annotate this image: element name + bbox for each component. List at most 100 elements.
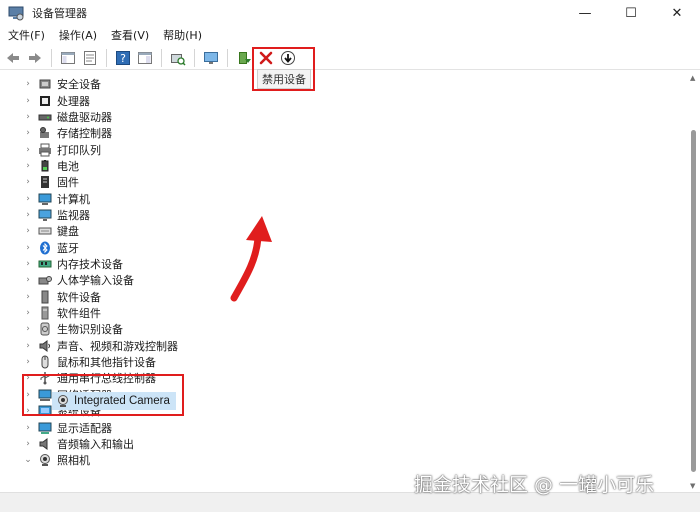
chevron-right-icon[interactable]: › [22, 79, 34, 89]
tree-item-category[interactable]: ⌄ 照相机 [0, 452, 90, 468]
properties-icon [84, 50, 96, 65]
chevron-right-icon[interactable]: › [22, 96, 34, 106]
chevron-right-icon[interactable]: › [22, 357, 34, 367]
tree-item-label: 蓝牙 [57, 241, 79, 255]
tree-item-category[interactable]: › 磁盘驱动器 [0, 109, 112, 125]
tree-item-category[interactable]: › 电池 [0, 158, 79, 174]
tree-item-category[interactable]: › 固件 [0, 174, 79, 190]
back-arrow-icon [7, 52, 19, 63]
tree-item-category[interactable]: › 生物识别设备 [0, 321, 123, 337]
chevron-right-icon[interactable]: › [22, 439, 34, 449]
tree-item-category[interactable]: › 监视器 [0, 207, 90, 223]
menu-view[interactable]: 查看(V) [107, 26, 153, 46]
monitor-view-icon [204, 51, 218, 64]
tree-item-label: 电池 [57, 159, 79, 173]
chevron-right-icon[interactable]: › [22, 177, 34, 187]
chevron-right-icon[interactable]: › [22, 292, 34, 302]
tree-item-category[interactable]: › 显示适配器 [0, 419, 112, 435]
chevron-right-icon[interactable]: › [22, 112, 34, 122]
tree-item-label: 内存技术设备 [57, 258, 123, 272]
watermark: 掘金技术社区 @ 一罐小可乐 [414, 474, 655, 496]
battery-icon [38, 159, 52, 173]
tree-item-category[interactable]: › 存储控制器 [0, 125, 112, 141]
menu-action[interactable]: 操作(A) [55, 26, 101, 46]
tree-item-label: 存储控制器 [57, 127, 112, 141]
minimize-button[interactable]: — [562, 0, 608, 26]
toolbar-separator [106, 48, 107, 67]
update-driver-button[interactable] [234, 48, 254, 68]
toolbar-separator [161, 48, 162, 67]
sound-icon [38, 339, 52, 353]
tree-item-label: 处理器 [57, 94, 90, 108]
console-tree-icon [61, 51, 75, 64]
view-devices-button[interactable] [201, 48, 221, 68]
chevron-right-icon[interactable]: › [22, 259, 34, 269]
show-hide-console-tree-button[interactable] [58, 48, 78, 68]
menu-help[interactable]: 帮助(H) [159, 26, 206, 46]
tree-item-label: 磁盘驱动器 [57, 110, 112, 124]
camera-icon [38, 453, 52, 467]
tree-item-category[interactable]: › 安全设备 [0, 76, 101, 92]
scan-hardware-button[interactable] [168, 48, 188, 68]
help-button[interactable]: ? [113, 48, 133, 68]
chevron-right-icon[interactable]: › [22, 210, 34, 220]
tree-item-category[interactable]: › 鼠标和其他指针设备 [0, 354, 156, 370]
forward-button[interactable] [25, 48, 45, 68]
maximize-button[interactable]: ☐ [608, 0, 654, 26]
monitor-icon [38, 208, 52, 222]
back-button[interactable] [3, 48, 23, 68]
bluetooth-icon [38, 241, 52, 255]
chevron-right-icon[interactable]: › [22, 128, 34, 138]
tree-item-category[interactable]: › 打印队列 [0, 141, 101, 157]
chevron-down-icon[interactable]: ⌄ [22, 455, 34, 465]
toolbar-separator [227, 48, 228, 67]
chevron-right-icon[interactable]: › [22, 145, 34, 155]
tree-item-category[interactable]: › 人体学输入设备 [0, 272, 134, 288]
memory-device-icon [38, 257, 52, 271]
tree-item-category[interactable]: › 软件设备 [0, 289, 101, 305]
close-button[interactable]: ✕ [654, 0, 700, 26]
tree-item-label: 声音、视频和游戏控制器 [57, 339, 178, 353]
chevron-right-icon[interactable]: › [22, 324, 34, 334]
chevron-right-icon[interactable]: › [22, 308, 34, 318]
chevron-right-icon[interactable]: › [22, 423, 34, 433]
menu-file[interactable]: 文件(F) [4, 26, 49, 46]
software-device-icon [38, 290, 52, 304]
scroll-thumb[interactable] [691, 130, 696, 472]
chevron-right-icon[interactable]: › [22, 226, 34, 236]
chevron-right-icon[interactable]: › [22, 194, 34, 204]
tree-item-label: 计算机 [57, 192, 90, 206]
chevron-right-icon[interactable]: › [22, 341, 34, 351]
vertical-scrollbar[interactable]: ▲ ▼ [687, 72, 700, 492]
computer-icon [38, 192, 52, 206]
chevron-right-icon[interactable]: › [22, 243, 34, 253]
forward-arrow-icon [29, 52, 41, 63]
disk-drive-icon [38, 110, 52, 124]
scroll-up-icon[interactable]: ▲ [690, 74, 695, 82]
svg-text:?: ? [120, 52, 126, 65]
tree-item-category[interactable]: › 键盘 [0, 223, 79, 239]
biometric-icon [38, 322, 52, 336]
storage-controller-icon [38, 126, 52, 140]
tree-item-label: 音频输入和输出 [57, 437, 134, 451]
toolbar-separator [51, 48, 52, 67]
chevron-right-icon[interactable]: › [22, 161, 34, 171]
tree-item-category[interactable]: › 计算机 [0, 190, 90, 206]
device-manager-icon [8, 5, 24, 21]
help-icon: ? [116, 50, 130, 65]
tree-item-category[interactable]: › 内存技术设备 [0, 256, 123, 272]
action-pane-button[interactable] [135, 48, 155, 68]
tree-item-category[interactable]: › 蓝牙 [0, 240, 79, 256]
annotation-arrow-icon [230, 216, 272, 302]
tree-item-label: 生物识别设备 [57, 323, 123, 337]
tree-item-category[interactable]: › 声音、视频和游戏控制器 [0, 338, 178, 354]
chevron-right-icon[interactable]: › [22, 275, 34, 285]
tree-item-category[interactable]: › 软件组件 [0, 305, 101, 321]
tree-item-label: 鼠标和其他指针设备 [57, 356, 156, 370]
tree-item-label: 显示适配器 [57, 421, 112, 435]
tree-item-label: 照相机 [57, 454, 90, 468]
tree-item-category[interactable]: › 音频输入和输出 [0, 436, 134, 452]
tree-item-category[interactable]: › 处理器 [0, 92, 90, 108]
scroll-down-icon[interactable]: ▼ [690, 482, 695, 490]
properties-button[interactable] [80, 48, 100, 68]
